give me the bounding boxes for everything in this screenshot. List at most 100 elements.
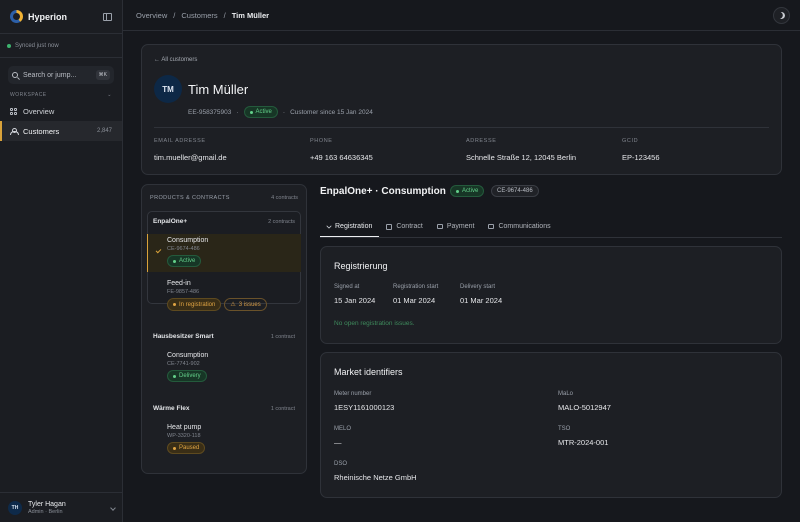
- search-input[interactable]: Search or jump... ⌘K: [8, 66, 114, 84]
- products-panel: PRODUCTS & CONTRACTS 4 contracts EnpalOn…: [141, 184, 307, 474]
- customer-name: Tim Müller: [188, 82, 249, 97]
- warning-icon: ⚠: [230, 302, 236, 308]
- issues-badge: ⚠ 3 issues: [224, 298, 267, 311]
- field-value: tim.mueller@gmail.de: [154, 153, 227, 162]
- market-identifiers-card: Market identifiers Meter number 1ESY1161…: [320, 352, 782, 498]
- contract-name: Heat pump: [167, 424, 202, 431]
- divider: [154, 127, 769, 128]
- breadcrumb-separator: /: [173, 10, 176, 20]
- meter-number-field: Meter number 1ESY1161000123: [334, 391, 394, 412]
- status-badge: Paused: [167, 442, 206, 454]
- contract-item[interactable]: Feed-in FE-9857-486 In registration ⚠ 3 i…: [167, 280, 267, 311]
- search-placeholder: Search or jump...: [23, 71, 77, 79]
- phone-field: PHONE +49 163 64636345: [310, 138, 373, 162]
- contract-id: CE-9674-486: [167, 246, 200, 252]
- chevron-down-icon: [110, 504, 116, 511]
- field-value: MTR-2024-001: [558, 438, 609, 447]
- sidebar: Hyperion Synced just now Search or jump.…: [0, 0, 123, 522]
- tab-payment[interactable]: Payment: [430, 216, 482, 237]
- contract-item[interactable]: Consumption CE-9674-486 Active: [167, 237, 208, 267]
- tab-label: Communications: [498, 223, 551, 230]
- products-title: PRODUCTS & CONTRACTS: [150, 195, 230, 201]
- delivery-start-field: Delivery start 01 Mar 2024: [460, 284, 502, 305]
- tso-field: TSO MTR-2024-001: [558, 426, 608, 447]
- brand[interactable]: Hyperion: [10, 10, 67, 23]
- sidebar-item-overview[interactable]: Overview: [0, 101, 122, 121]
- contract-title: EnpalOne+ · Consumption: [320, 186, 446, 197]
- products-count: 4 contracts: [271, 195, 298, 201]
- contract-name: Consumption: [167, 237, 209, 244]
- status-badge-label: In registration: [179, 301, 216, 308]
- sidebar-item-customers[interactable]: Customers 2,847: [0, 121, 122, 141]
- group-count: 2 contracts: [268, 219, 295, 225]
- user-name: Tyler Hagan: [28, 500, 66, 508]
- back-link-label: All customers: [161, 57, 198, 63]
- breadcrumb-current: Tim Müller: [231, 10, 270, 20]
- tab-contract[interactable]: Contract: [379, 216, 429, 237]
- sidebar-item-label: Overview: [23, 106, 55, 116]
- logo-icon: [10, 10, 23, 23]
- breadcrumb-customers[interactable]: Customers: [181, 11, 217, 20]
- user-menu[interactable]: TH Tyler Hagan Admin · Berlin: [0, 492, 123, 522]
- tab-communications[interactable]: Communications: [481, 216, 557, 237]
- sidebar-item-label: Customers: [23, 126, 60, 136]
- customer-since: Customer since 15 Jan 2024: [290, 108, 373, 116]
- contract-item[interactable]: Consumption CE-7741-902 Delivery: [167, 352, 208, 382]
- search-icon: [12, 72, 18, 78]
- field-value: 1ESY1161000123: [334, 403, 395, 412]
- dso-field: DSO Rheinische Netze GmbH: [334, 461, 417, 482]
- credit-card-icon: [436, 224, 443, 229]
- registration-issues-text: No open registration issues.: [334, 320, 415, 327]
- contract-item[interactable]: Heat pump WP-3320-118 Paused: [167, 424, 206, 454]
- group-title: Wärme Flex: [153, 405, 190, 412]
- breadcrumb-separator: /: [223, 10, 226, 20]
- back-link[interactable]: ← All customers: [154, 57, 197, 63]
- status-badge-label: Active: [255, 109, 272, 115]
- status-badge-label: Delivery: [179, 373, 201, 379]
- avatar: TM: [154, 75, 182, 103]
- avatar: TH: [8, 500, 22, 515]
- tab-label: Registration: [335, 222, 373, 230]
- contract-name: Consumption: [167, 352, 209, 359]
- field-label: Signed at: [334, 284, 360, 290]
- status-badge-label: Active: [179, 258, 196, 264]
- breadcrumb-overview[interactable]: Overview: [136, 11, 167, 20]
- group-title: Hausbesitzer Smart: [153, 333, 214, 340]
- sync-status-text: Synced just now: [15, 42, 59, 49]
- sync-dot-icon: [7, 43, 11, 48]
- registration-start-field: Registration start 01 Mar 2024: [393, 284, 438, 305]
- group-title: EnpalOne+: [153, 218, 188, 225]
- tab-registration[interactable]: Registration: [320, 216, 380, 237]
- search-shortcut: ⌘K: [95, 70, 110, 80]
- card-title: Market identifiers: [334, 367, 403, 377]
- mail-icon: [488, 224, 495, 229]
- contract-name: Feed-in: [167, 280, 191, 287]
- registration-icon: [326, 223, 332, 229]
- workspace-section[interactable]: WORKSPACE ⌄: [0, 92, 122, 98]
- group-count: 1 contract: [270, 406, 295, 412]
- theme-toggle-button[interactable]: [773, 7, 790, 24]
- field-label: MaLo: [558, 391, 574, 397]
- toggle-sidebar-icon[interactable]: [103, 12, 112, 21]
- contract-tabs: Registration Contract Payment Communicat…: [320, 216, 782, 238]
- field-label: TSO: [558, 426, 571, 432]
- address-field: ADRESSE Schnelle Straße 12, 12045 Berlin: [466, 138, 576, 162]
- field-label: Registration start: [393, 284, 439, 290]
- breadcrumb: Overview / Customers / Tim Müller: [123, 0, 800, 31]
- signed-at-field: Signed at 15 Jan 2024: [334, 284, 375, 305]
- melo-field: MELO —: [334, 426, 351, 447]
- sidebar-header: Hyperion: [0, 0, 122, 34]
- status-badge-label: Paused: [179, 445, 200, 451]
- workspace-label: WORKSPACE: [10, 92, 47, 98]
- customers-count: 2,847: [96, 128, 112, 134]
- gcid-field: GCID EP-123456: [622, 138, 660, 162]
- status-badge: Active: [450, 185, 485, 197]
- app-name: Hyperion: [28, 11, 68, 22]
- user-role: Admin · Berlin: [28, 508, 63, 515]
- contract-id-badge: CE-9674-486: [491, 185, 539, 197]
- chevron-down-icon: ⌄: [107, 92, 112, 98]
- card-title: Registrierung: [334, 261, 388, 271]
- field-label: PHONE: [310, 138, 333, 144]
- tab-label: Contract: [396, 223, 423, 230]
- field-value: MALO-5012947: [558, 403, 611, 412]
